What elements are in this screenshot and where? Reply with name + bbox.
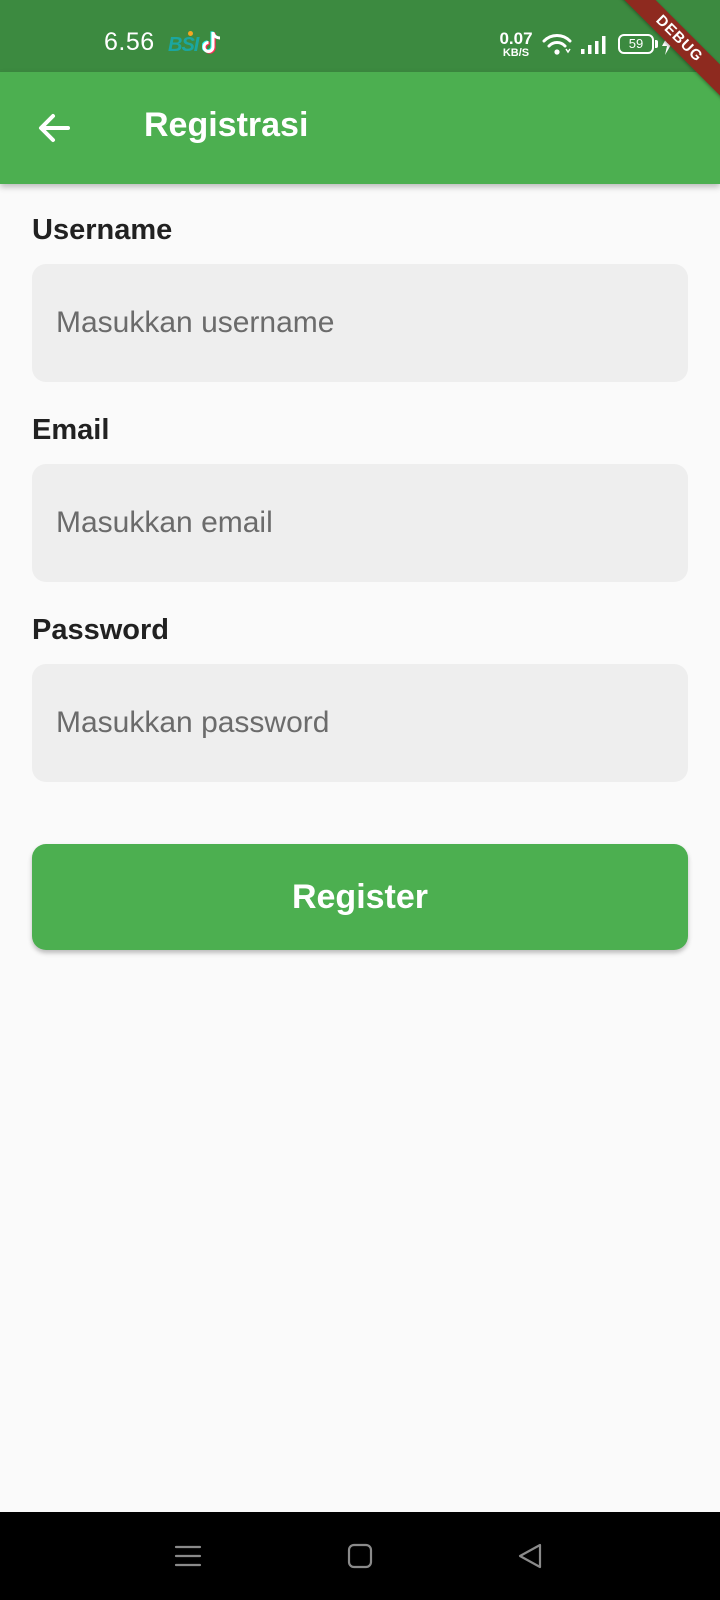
password-label: Password xyxy=(32,614,169,646)
network-speed-unit: KB/S xyxy=(502,47,530,59)
username-label: Username xyxy=(32,214,173,246)
page-title: Registrasi xyxy=(144,106,309,144)
menu-icon[interactable] xyxy=(172,1540,204,1572)
back-triangle-icon[interactable] xyxy=(514,1540,546,1572)
password-input[interactable] xyxy=(32,664,688,782)
battery-icon: 59 xyxy=(618,34,654,54)
arrow-left-icon xyxy=(39,114,70,142)
tiktok-icon xyxy=(201,30,224,61)
wifi-icon xyxy=(542,33,572,60)
registration-screen: 6.56 BSI 0.07 KB/S 59 DEBUG Registrasi U… xyxy=(0,0,720,1600)
home-icon[interactable] xyxy=(344,1540,376,1572)
bsi-app-icon-dot xyxy=(188,31,193,36)
email-label: Email xyxy=(32,414,110,446)
network-speed-value: 0.07 xyxy=(499,29,533,48)
back-button[interactable] xyxy=(26,100,82,156)
register-button[interactable]: Register xyxy=(32,844,688,950)
network-speed: 0.07 KB/S xyxy=(498,30,534,59)
app-bar: Registrasi xyxy=(0,72,720,184)
status-bar: 6.56 BSI 0.07 KB/S 59 xyxy=(0,0,720,72)
bsi-app-icon: BSI xyxy=(168,34,199,56)
status-time: 6.56 xyxy=(104,28,155,56)
battery-tip xyxy=(655,40,658,48)
system-nav-bar xyxy=(0,1512,720,1600)
email-input[interactable] xyxy=(32,464,688,582)
signal-icon xyxy=(580,34,610,59)
username-input[interactable] xyxy=(32,264,688,382)
